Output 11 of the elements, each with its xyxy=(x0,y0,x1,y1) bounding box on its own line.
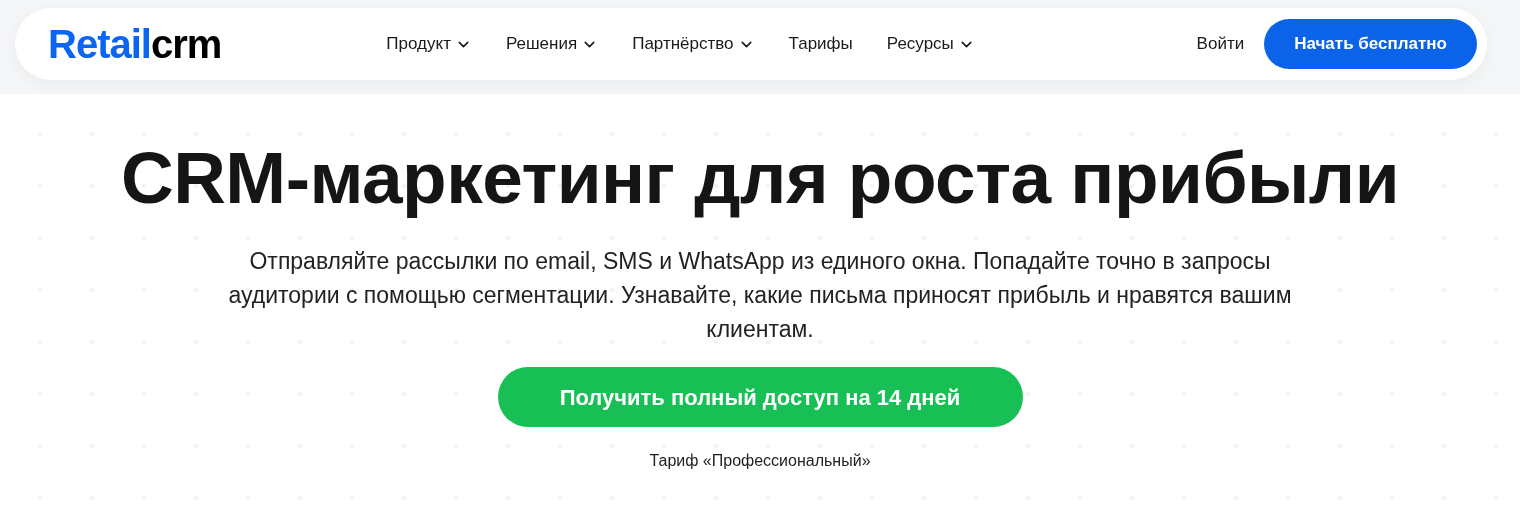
nav-link[interactable]: Решения xyxy=(505,31,599,57)
nav-link[interactable]: Продукт xyxy=(386,31,472,57)
logo[interactable]: Retailcrm xyxy=(48,24,222,64)
tariff-note: Тариф «Профессиональный» xyxy=(649,451,871,471)
hero-title: CRM-маркетинг для роста прибыли xyxy=(120,136,1400,220)
login-link[interactable]: Войти xyxy=(1196,31,1245,57)
nav-link[interactable]: Тарифы xyxy=(788,31,853,57)
start-free-button[interactable]: Начать бесплатно xyxy=(1264,19,1477,69)
nav-link[interactable]: Партнёрство xyxy=(632,31,755,57)
nav-link[interactable]: Ресурсы xyxy=(886,31,975,57)
hero-description: Отправляйте рассылки по email, SMS и WhatsApp из единого окна. Попадайте точно в запросы аудитории с помощью сегментации. Узнавайте, какие письма приносят прибыль и нравятся вашим клиентам. xyxy=(227,247,1293,344)
